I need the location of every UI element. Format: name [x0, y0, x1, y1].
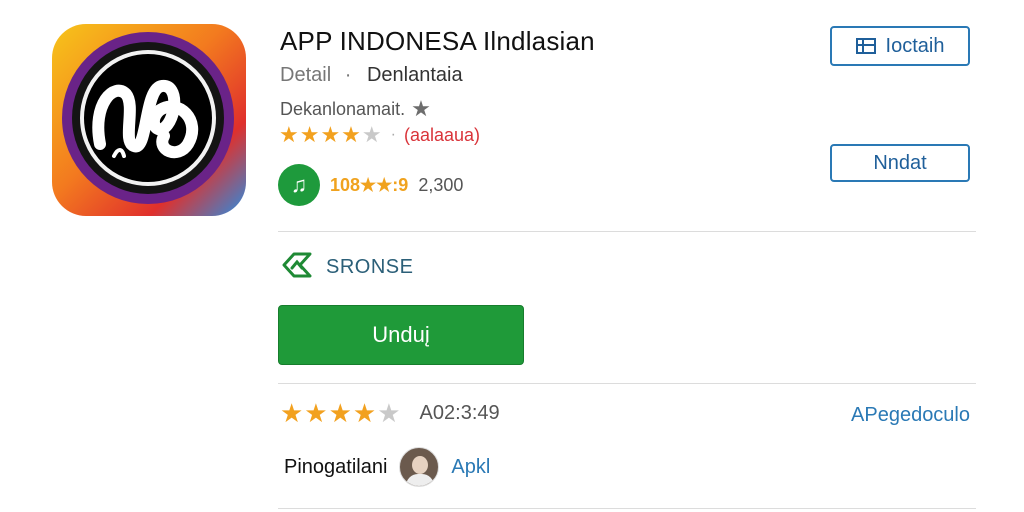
publisher-link[interactable]: APegedoculo	[851, 404, 970, 427]
mid-action-label: Nndat	[873, 151, 927, 174]
detail-label: Detail	[280, 64, 332, 86]
developer-name[interactable]: Dekanlonamait.	[280, 99, 405, 120]
divider	[278, 508, 976, 509]
rating-dot: ·	[390, 126, 396, 143]
avatar[interactable]	[399, 447, 440, 487]
developer-label: Pinogatilani	[284, 455, 388, 478]
music-note-icon: ♫	[278, 164, 320, 206]
app-logo-icon	[52, 24, 246, 216]
bottom-rating-stars: ★★★★★	[280, 398, 402, 428]
top-action-button[interactable]: Ioctaih	[830, 26, 970, 66]
bottom-code: A02:3:49	[419, 401, 500, 424]
developer-row: Pinogatilani Apkl	[284, 447, 490, 487]
browse-row[interactable]: SRONSE	[280, 250, 413, 285]
rating-line: ★★★★★ · (aalaaua)	[279, 124, 480, 146]
divider	[278, 231, 976, 232]
category-label[interactable]: Denlantaia	[367, 64, 463, 86]
mid-action-button[interactable]: Nndat	[830, 144, 970, 182]
rating-count: (aalaaua)	[403, 124, 481, 145]
app-subtitle: Detail · Denlantaia	[280, 64, 463, 87]
apk-link[interactable]: Apkl	[451, 456, 490, 479]
top-action-label: Ioctaih	[885, 34, 945, 57]
music-stat: 108★★:9	[330, 174, 409, 195]
browse-label: SRONSE	[326, 256, 414, 278]
app-title: APP INDONESA Ilndlasian	[280, 26, 595, 56]
bottom-rating: ★★★★★ A02:3:49	[280, 400, 500, 426]
divider	[278, 383, 976, 384]
music-stats: ♫ 108★★:9 2,300	[278, 164, 463, 206]
download-label: Unduį	[372, 322, 430, 347]
rating-stars: ★★★★★	[279, 122, 383, 147]
download-button[interactable]: Unduį	[278, 305, 524, 365]
star-icon: ★	[411, 96, 431, 121]
developer-line: Dekanlonamait. ★	[280, 98, 431, 120]
subtitle-separator: ·	[344, 64, 352, 86]
window-icon	[855, 38, 876, 54]
music-sub: 2,300	[418, 174, 464, 195]
browse-icon	[280, 250, 314, 285]
